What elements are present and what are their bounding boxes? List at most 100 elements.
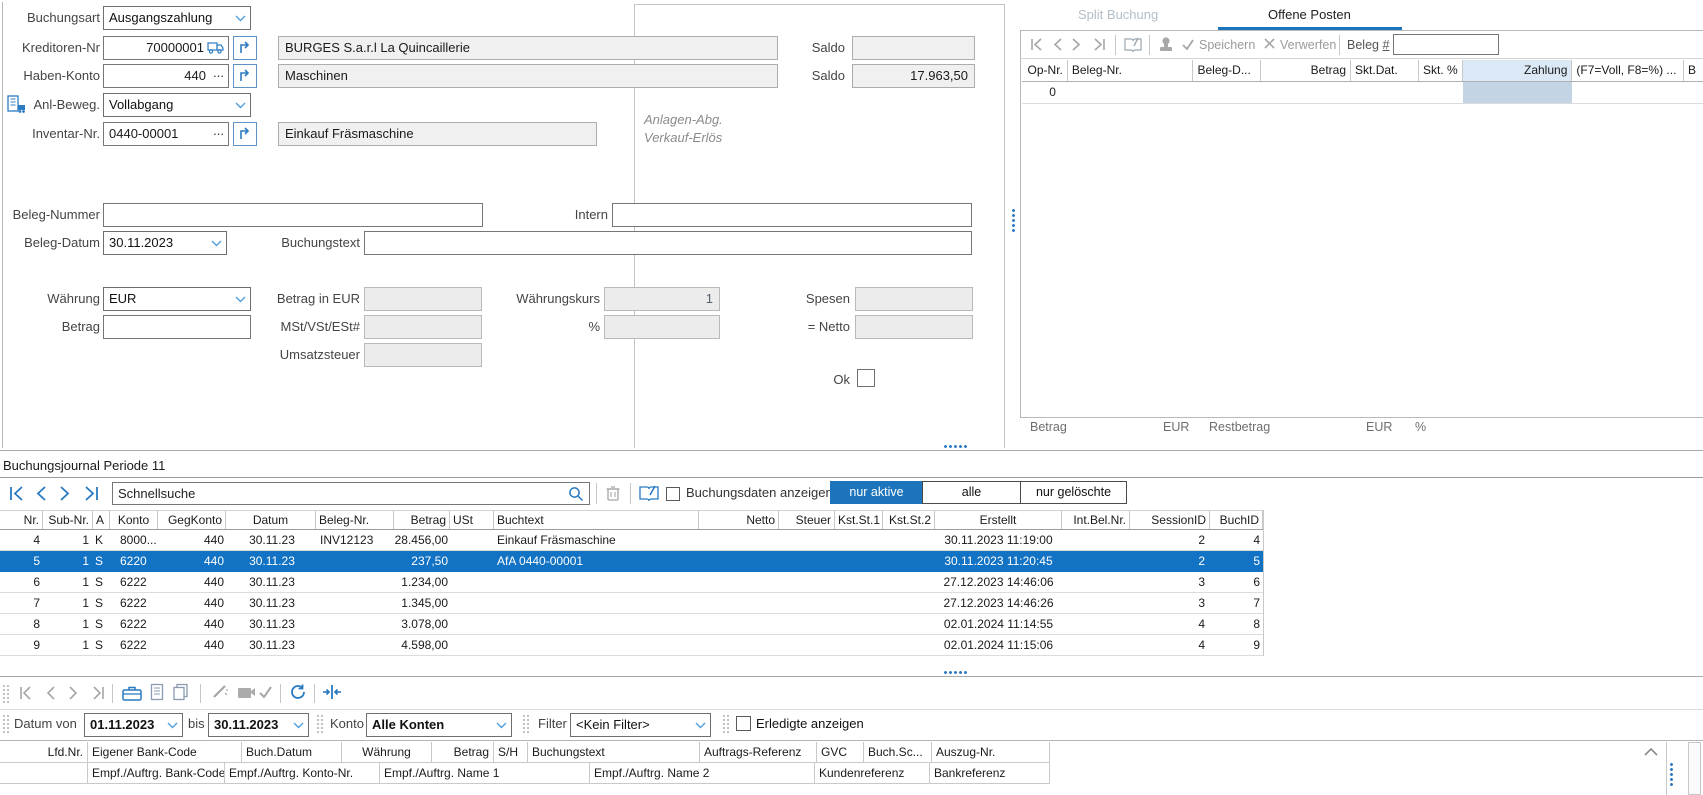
briefcase-icon[interactable] [121, 684, 143, 702]
tab-split-buchung[interactable]: Split Buchung [1078, 2, 1158, 28]
bk-col-kundenreferenz[interactable]: Kundenreferenz [815, 763, 930, 783]
bk-col-eigener-bankcode[interactable]: Eigener Bank-Code [88, 742, 242, 762]
journal-book-icon[interactable] [1123, 36, 1143, 53]
kreditoren-input[interactable]: 70000001 [103, 36, 229, 60]
j-col-kst2[interactable]: Kst.St.2 [883, 511, 935, 529]
op-col-b[interactable]: B [1684, 60, 1703, 81]
nav-next-icon[interactable] [58, 485, 72, 502]
journal-row-selected[interactable]: 51S622044030.11.23237,50AfA 0440-0000130… [0, 551, 1263, 572]
intern-input[interactable] [612, 203, 972, 227]
bk-col-empf-name2[interactable]: Empf./Auftrg. Name 2 [590, 763, 815, 783]
bk-col-empf-bankcode[interactable]: Empf./Auftrg. Bank-Code [88, 763, 225, 783]
search-icon[interactable] [568, 486, 584, 502]
nav-prev-icon[interactable] [1051, 37, 1063, 52]
kreditoren-goto-button[interactable] [233, 36, 257, 60]
ok-checkbox[interactable] [857, 369, 875, 387]
stamp-icon[interactable] [1157, 36, 1175, 53]
bk-col-buchsc[interactable]: Buch.Sc... [864, 742, 932, 762]
bk-col-empf-name1[interactable]: Empf./Auftrg. Name 1 [380, 763, 590, 783]
op-col-f7[interactable]: (F7=Voll, F8=%) ... [1572, 60, 1684, 81]
erledigte-checkbox[interactable] [736, 716, 751, 731]
nav-first-icon[interactable] [1029, 37, 1045, 52]
document-icon[interactable] [149, 683, 165, 702]
j-col-gegkonto[interactable]: GegKonto [158, 511, 226, 529]
bk-col-buchdatum[interactable]: Buch.Datum [242, 742, 342, 762]
lookup-ellipsis-icon[interactable]: ... [213, 120, 224, 142]
journal-row[interactable]: 61S622244030.11.231.234,0027.12.2023 14:… [0, 572, 1263, 593]
op-col-belegnr[interactable]: Beleg-Nr. [1068, 60, 1194, 81]
buchungsart-dropdown[interactable]: Ausgangszahlung [103, 6, 251, 30]
inventar-input[interactable]: 0440-00001 ... [103, 122, 229, 146]
vertical-scrollbar[interactable] [1688, 742, 1701, 795]
magic-wand-icon[interactable] [210, 683, 230, 701]
export-package-icon[interactable] [236, 684, 256, 700]
bk-col-buchungstext[interactable]: Buchungstext [528, 742, 700, 762]
filter-alle-button[interactable]: alle [922, 481, 1021, 504]
save-button[interactable]: Speichern [1199, 32, 1255, 58]
lookup-ellipsis-icon[interactable]: ... [213, 62, 224, 84]
nav-next-icon[interactable] [1071, 37, 1083, 52]
horizontal-splitter-handle[interactable] [943, 670, 968, 675]
buchungsdaten-checkbox[interactable] [666, 487, 680, 501]
journal-book-icon[interactable] [638, 484, 660, 502]
beleg-datum-dropdown[interactable]: 30.11.2023 [103, 231, 227, 255]
nav-next-icon[interactable] [68, 686, 80, 701]
bk-col-empf-kontonr[interactable]: Empf./Auftrg. Konto-Nr. [225, 763, 380, 783]
op-table-row[interactable]: 0 [1022, 82, 1703, 104]
op-col-belegd[interactable]: Beleg-D... [1193, 60, 1261, 81]
toolbar-grip[interactable] [2, 684, 11, 704]
nav-last-icon[interactable] [82, 485, 100, 502]
bk-col-sh[interactable]: S/H [494, 742, 528, 762]
j-col-steuer[interactable]: Steuer [779, 511, 835, 529]
haben-konto-input[interactable]: 440 ... [103, 64, 229, 88]
op-cell-zahlung-selected[interactable] [1463, 82, 1573, 103]
beleg-number-input[interactable] [1393, 34, 1499, 55]
beleg-nummer-input[interactable] [103, 203, 483, 227]
konto-dropdown[interactable]: Alle Konten [366, 713, 512, 737]
j-col-betrag[interactable]: Betrag [394, 511, 450, 529]
filter-nur-aktive-button[interactable]: nur aktive [830, 481, 923, 504]
journal-row[interactable]: 91S622244030.11.234.598,0002.01.2024 11:… [0, 635, 1263, 656]
tab-offene-posten[interactable]: Offene Posten [1268, 2, 1351, 28]
j-col-buchtext[interactable]: Buchtext [494, 511, 699, 529]
copy-icon[interactable] [171, 683, 191, 702]
confirm-check-icon[interactable] [258, 685, 273, 699]
bis-dropdown[interactable]: 30.11.2023 [208, 713, 309, 737]
buchungstext-input[interactable] [364, 231, 972, 255]
search-input[interactable]: Schnellsuche [112, 482, 590, 505]
waehrung-dropdown[interactable]: EUR [103, 287, 251, 311]
discard-button[interactable]: Verwerfen [1280, 32, 1336, 58]
nav-last-icon[interactable] [1091, 37, 1107, 52]
j-col-datum[interactable]: Datum [226, 511, 316, 529]
nav-last-icon[interactable] [90, 686, 106, 701]
toolbar-grip[interactable] [522, 714, 531, 734]
j-col-intbelnr[interactable]: Int.Bel.Nr. [1062, 511, 1130, 529]
j-col-erstellt[interactable]: Erstellt [935, 511, 1062, 529]
bk-col-bankreferenz[interactable]: Bankreferenz [930, 763, 1050, 783]
journal-row[interactable]: 41K8000...44030.11.23INV1212328.456,00Ei… [0, 530, 1263, 551]
filter-dropdown[interactable]: <Kein Filter> [570, 713, 711, 737]
j-col-subnr[interactable]: Sub-Nr. [43, 511, 93, 529]
toolbar-grip[interactable] [316, 714, 325, 734]
inventar-goto-button[interactable] [233, 122, 257, 146]
datum-von-dropdown[interactable]: 01.11.2023 [84, 713, 183, 737]
journal-row[interactable]: 81S622244030.11.233.078,0002.01.2024 11:… [0, 614, 1263, 635]
j-col-ust[interactable]: USt [450, 511, 494, 529]
op-col-betrag[interactable]: Betrag [1261, 60, 1351, 81]
horizontal-splitter-handle[interactable] [943, 444, 968, 449]
nav-prev-icon[interactable] [34, 485, 48, 502]
j-col-belegnr[interactable]: Beleg-Nr. [316, 511, 394, 529]
anl-beweg-dropdown[interactable]: Vollabgang [103, 93, 251, 117]
toolbar-grip[interactable] [2, 714, 11, 734]
collapse-columns-icon[interactable] [322, 684, 342, 700]
refresh-icon[interactable] [288, 683, 307, 701]
vertical-splitter-handle[interactable] [1669, 762, 1674, 786]
j-col-nr[interactable]: Nr. [0, 511, 43, 529]
j-col-a[interactable]: A [93, 511, 110, 529]
op-col-zahlung[interactable]: Zahlung [1463, 60, 1573, 81]
j-col-sessionid[interactable]: SessionID [1130, 511, 1210, 529]
bk-col-waehrung[interactable]: Währung [342, 742, 432, 762]
nav-first-icon[interactable] [8, 485, 26, 502]
j-col-kst1[interactable]: Kst.St.1 [835, 511, 883, 529]
bk-col-auszugnr[interactable]: Auszug-Nr. [932, 742, 1050, 762]
